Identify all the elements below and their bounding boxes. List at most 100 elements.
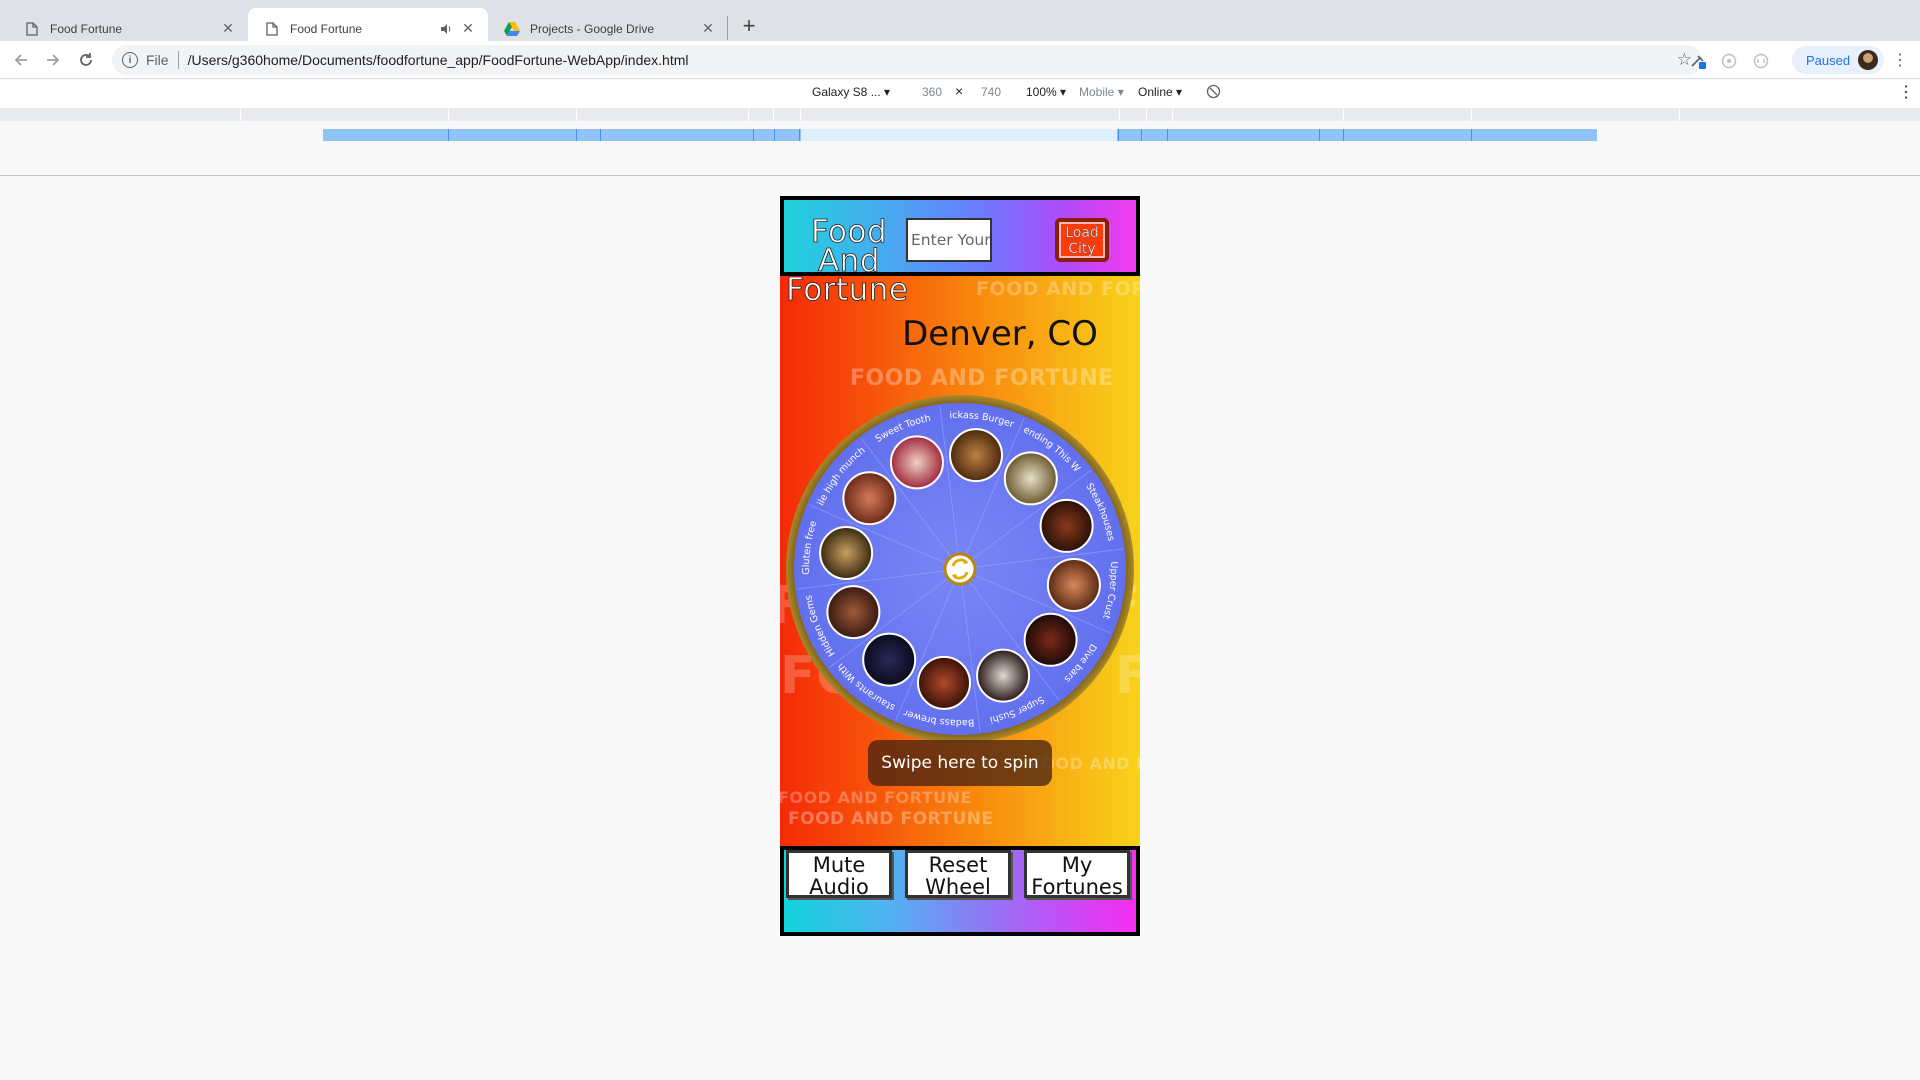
load-city-button[interactable]: Load City [1055,218,1109,262]
segment-food-photo [949,428,1004,483]
rotate-icon[interactable] [1206,84,1221,102]
media-query-segment [1343,129,1344,141]
tab-title: Food Fortune [290,21,363,36]
media-query-ruler[interactable] [0,108,1920,121]
ruler-tick [1343,108,1344,121]
ruler-tick [448,108,449,121]
ruler-tick [1471,108,1472,121]
media-query-segment [1471,129,1472,141]
tab-divider [727,16,728,40]
page-icon [264,21,280,37]
background-watermark: FOOD AND FORTUNE [850,366,1114,391]
segment-food-photo [1003,451,1058,506]
ruler-tick [1172,108,1173,121]
extension-icon-2[interactable] [1750,50,1772,72]
media-query-segment [753,129,754,141]
device-toolbar: Galaxy S8 ... ▾ 360 × 740 100% ▾ Mobile … [0,80,1920,108]
background-watermark: FOOD AND FORTUNE [780,788,972,807]
mute-audio-button[interactable]: Mute Audio [786,850,892,898]
load-city-label-1: Load [1065,225,1099,241]
ruler-tick [1146,108,1147,121]
url-text[interactable]: /Users/g360home/Documents/foodfortune_ap… [188,52,689,68]
app-header: Food And Enter Your City Load City [780,196,1140,279]
wheel-svg[interactable]: Kickass BurgersTrending This WeeSteakhou… [781,386,1135,744]
wheel-hub[interactable] [943,552,977,586]
width-field[interactable]: 360 [922,85,942,99]
back-arrow-icon[interactable] [9,48,33,72]
browser-toolbar: i File /Users/g360home/Documents/foodfor… [0,41,1920,79]
tab-title: Projects - Google Drive [530,21,655,36]
google-drive-icon [504,21,520,37]
app-logo-text: Food And [803,216,895,279]
profile-status: Paused [1806,52,1851,68]
segment-food-photo [976,648,1031,703]
network-value: Online [1138,85,1173,99]
zoom-select[interactable]: 100% ▾ [1026,85,1066,99]
forward-arrow-icon[interactable] [41,48,65,72]
segment-food-photo [916,655,971,710]
page-icon [24,21,40,37]
ruler-tick [240,108,241,121]
height-field[interactable]: 740 [981,85,1001,99]
network-select[interactable]: Online ▾ [1138,85,1182,99]
segment-food-photo [1046,558,1101,613]
close-tab-icon[interactable]: ✕ [458,19,478,39]
url-scheme: File [146,52,169,68]
device-name: Galaxy S8 ... [812,85,881,99]
close-tab-icon[interactable]: ✕ [698,19,718,39]
times-icon: × [955,83,964,99]
reset-label-2: Wheel [925,875,991,899]
media-query-segment [576,129,577,141]
device-select[interactable]: Galaxy S8 ... ▾ [812,85,890,99]
address-bar[interactable]: i File /Users/g360home/Documents/foodfor… [112,45,1702,75]
media-query-segment [799,129,800,141]
fortunes-label-2: Fortunes [1031,875,1123,899]
mode-select[interactable]: Mobile ▾ [1079,85,1124,99]
devtools-more-icon[interactable]: ⋮ [1898,82,1914,102]
my-fortunes-button[interactable]: My Fortunes [1024,850,1130,898]
segment-food-photo [1039,498,1094,553]
city-input[interactable]: Enter Your City [906,218,992,262]
segment-food-photo [826,585,881,640]
more-menu-icon[interactable]: ⋮ [1892,48,1908,72]
extension-icon[interactable] [1718,50,1740,72]
mute-label-2: Audio [809,875,869,899]
media-query-segment [774,129,775,141]
fortune-wheel[interactable]: Kickass BurgersTrending This WeeSteakhou… [781,386,1135,744]
ruler-tick [773,108,774,121]
ruler-tick [576,108,577,121]
device-toolbar-divider [0,175,1920,176]
reload-icon[interactable] [74,48,98,72]
segment-food-photo [819,525,874,580]
media-query-segment [448,129,449,141]
info-icon[interactable]: i [122,52,138,68]
ruler-tick [748,108,749,121]
fortunes-label-1: My [1061,853,1093,877]
mute-label-1: Mute [812,853,866,877]
media-query-segment [600,129,601,141]
app-logo-text-line-3: Fortune [786,276,909,308]
background-watermark: FOOD AND FORTUNE [788,809,994,829]
mode-value: Mobile [1079,85,1115,99]
selected-city-title: Denver, CO [902,314,1098,354]
media-query-active-range [801,129,1117,141]
profile-button[interactable]: Paused [1792,46,1884,74]
avatar [1858,50,1878,70]
new-tab-button[interactable]: + [735,12,763,40]
wheel-area: FOOD AND FORTUNE FOOD AND FORTUNE FOOD A… [780,276,1140,846]
ruler-tick [1119,108,1120,121]
device-viewport: Food And Enter Your City Load City FOOD … [780,196,1140,936]
segment-food-photo [889,435,944,490]
media-query-segment [1118,129,1119,141]
reset-wheel-button[interactable]: Reset Wheel [905,850,1011,898]
logo-line-2: And [817,243,881,279]
swipe-to-spin-hint[interactable]: Swipe here to spin [868,740,1052,786]
reset-label-1: Reset [928,853,988,877]
close-tab-icon[interactable]: ✕ [218,19,238,39]
media-query-bar[interactable] [323,129,1597,141]
speaker-icon[interactable] [438,21,454,37]
devtools-extension-icon[interactable] [1687,50,1709,72]
segment-food-photo [842,471,897,526]
segment-food-photo [862,632,917,687]
background-watermark: FOOD AND FORTUNE [976,278,1140,300]
